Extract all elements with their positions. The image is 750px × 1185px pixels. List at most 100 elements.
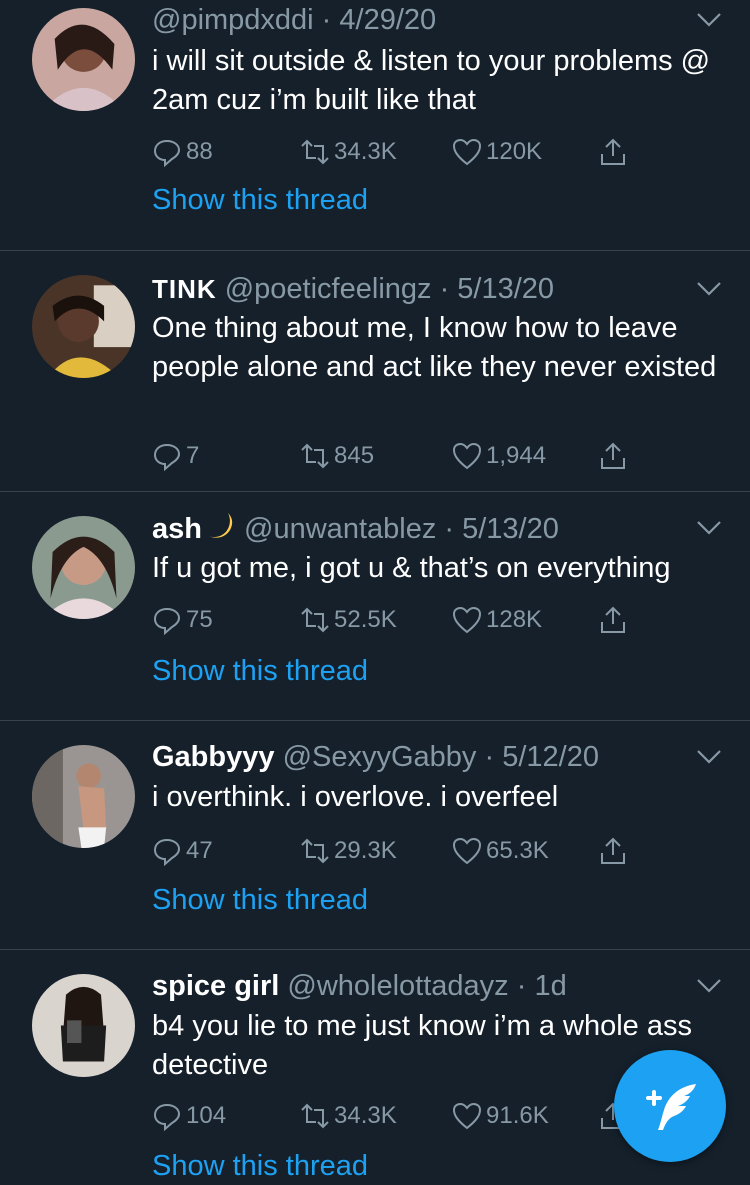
tweet-actions: 104 34.3K 91.6K bbox=[152, 1096, 632, 1136]
like-count: 91.6K bbox=[486, 1102, 549, 1129]
tweet-text: i will sit outside & listen to your prob… bbox=[152, 45, 711, 116]
timeline: @pimpdxddi · 4/29/20 i will sit outside … bbox=[0, 0, 750, 1185]
tweet-header: Gabbyyy @SexyyGabby · 5/12/20 bbox=[152, 739, 690, 775]
tweet-text: i overthink. i overlove. i overfeel bbox=[152, 781, 559, 813]
avatar[interactable] bbox=[32, 516, 135, 619]
reply-button[interactable]: 75 bbox=[152, 600, 213, 640]
retweet-icon bbox=[301, 139, 329, 165]
retweet-count: 845 bbox=[334, 442, 375, 469]
retweet-icon bbox=[301, 607, 329, 633]
share-icon bbox=[601, 138, 625, 165]
like-count: 120K bbox=[486, 138, 543, 165]
show-thread-link[interactable]: Show this thread bbox=[152, 884, 368, 917]
tweet-text: One thing about me, I know how to leave … bbox=[152, 312, 717, 383]
tweet-header: ash @unwantablez · 5/13/20 bbox=[152, 510, 690, 547]
display-name[interactable]: Gabbyyy bbox=[152, 741, 275, 773]
like-count: 1,944 bbox=[486, 442, 547, 469]
tweet-actions: 88 34.3K 120K bbox=[152, 132, 632, 172]
like-count: 128K bbox=[486, 606, 543, 633]
retweet-button[interactable]: 52.5K bbox=[300, 600, 397, 640]
heart-icon bbox=[452, 837, 482, 865]
heart-icon bbox=[452, 1102, 482, 1130]
avatar[interactable] bbox=[32, 8, 135, 111]
tweet-actions: 7 845 1,944 bbox=[152, 436, 632, 476]
reply-button[interactable]: 88 bbox=[152, 132, 213, 172]
tweet-header: spice girl @wholelottadayz · 1d bbox=[152, 968, 690, 1004]
reply-icon bbox=[153, 1103, 181, 1131]
share-button[interactable] bbox=[598, 831, 632, 871]
separator-dot: · bbox=[313, 4, 340, 36]
like-button[interactable]: 65.3K bbox=[452, 831, 549, 871]
user-handle[interactable]: @unwantablez bbox=[244, 513, 436, 545]
retweet-button[interactable]: 845 bbox=[300, 436, 374, 476]
retweet-count: 29.3K bbox=[334, 837, 397, 864]
tweet-date[interactable]: 4/29/20 bbox=[339, 4, 436, 36]
tweet-date[interactable]: 1d bbox=[534, 970, 566, 1002]
show-thread-link[interactable]: Show this thread bbox=[152, 184, 368, 217]
separator-dot: · bbox=[476, 741, 503, 773]
like-count: 65.3K bbox=[486, 837, 549, 864]
reply-count: 104 bbox=[186, 1102, 227, 1129]
compose-tweet-icon bbox=[646, 1084, 696, 1130]
display-name[interactable]: ash bbox=[152, 513, 202, 545]
share-button[interactable] bbox=[598, 600, 632, 640]
user-handle[interactable]: @pimpdxddi bbox=[152, 4, 314, 36]
heart-icon bbox=[452, 442, 482, 470]
tweet-text: If u got me, i got u & that’s on everyth… bbox=[152, 552, 671, 584]
user-handle[interactable]: @poeticfeelingz bbox=[225, 273, 432, 305]
chevron-down-icon[interactable] bbox=[696, 749, 722, 765]
separator-dot: · bbox=[436, 513, 463, 545]
tweet[interactable]: @pimpdxddi · 4/29/20 i will sit outside … bbox=[0, 0, 750, 251]
tweet-date[interactable]: 5/13/20 bbox=[462, 513, 559, 545]
show-thread-link[interactable]: Show this thread bbox=[152, 1150, 368, 1183]
tweet[interactable]: Gabbyyy @SexyyGabby · 5/12/20 i overthin… bbox=[0, 721, 750, 950]
tweet-actions: 75 52.5K 128K bbox=[152, 600, 632, 640]
crescent-moon-icon bbox=[205, 513, 233, 538]
chevron-down-icon[interactable] bbox=[696, 12, 722, 28]
show-thread-link[interactable]: Show this thread bbox=[152, 655, 368, 688]
reply-icon bbox=[153, 838, 181, 866]
retweet-count: 52.5K bbox=[334, 606, 397, 633]
tweet-header: @pimpdxddi · 4/29/20 bbox=[152, 2, 690, 38]
reply-button[interactable]: 7 bbox=[152, 436, 199, 476]
avatar[interactable] bbox=[32, 974, 135, 1077]
chevron-down-icon[interactable] bbox=[696, 520, 722, 536]
tweet[interactable]: ash @unwantablez · 5/13/20 If u got me, … bbox=[0, 492, 750, 721]
share-button[interactable] bbox=[598, 436, 632, 476]
reply-button[interactable]: 104 bbox=[152, 1096, 226, 1136]
reply-count: 47 bbox=[186, 837, 213, 864]
retweet-count: 34.3K bbox=[334, 138, 397, 165]
retweet-icon bbox=[301, 443, 329, 469]
avatar[interactable] bbox=[32, 275, 135, 378]
display-name[interactable]: spice girl bbox=[152, 970, 279, 1002]
retweet-button[interactable]: 29.3K bbox=[300, 831, 397, 871]
like-button[interactable]: 120K bbox=[452, 132, 542, 172]
like-button[interactable]: 1,944 bbox=[452, 436, 546, 476]
reply-button[interactable]: 47 bbox=[152, 831, 213, 871]
avatar[interactable] bbox=[32, 745, 135, 848]
chevron-down-icon[interactable] bbox=[696, 281, 722, 297]
retweet-button[interactable]: 34.3K bbox=[300, 132, 397, 172]
like-button[interactable]: 91.6K bbox=[452, 1096, 549, 1136]
compose-tweet-button[interactable] bbox=[614, 1050, 726, 1162]
heart-icon bbox=[452, 606, 482, 634]
heart-icon bbox=[452, 138, 482, 166]
like-button[interactable]: 128K bbox=[452, 600, 542, 640]
tweet-date[interactable]: 5/12/20 bbox=[502, 741, 599, 773]
retweet-icon bbox=[301, 838, 329, 864]
share-icon bbox=[601, 606, 625, 633]
tweet-header: TINK @poeticfeelingz · 5/13/20 bbox=[152, 271, 690, 307]
user-handle[interactable]: @wholelottadayz bbox=[287, 970, 508, 1002]
tweet[interactable]: TINK @poeticfeelingz · 5/13/20 One thing… bbox=[0, 251, 750, 492]
share-icon bbox=[601, 442, 625, 469]
display-name[interactable]: TINK bbox=[152, 274, 217, 304]
share-button[interactable] bbox=[598, 132, 632, 172]
chevron-down-icon[interactable] bbox=[696, 978, 722, 994]
reply-icon bbox=[153, 607, 181, 635]
retweet-icon bbox=[301, 1103, 329, 1129]
retweet-button[interactable]: 34.3K bbox=[300, 1096, 397, 1136]
tweet-actions: 47 29.3K 65.3K bbox=[152, 831, 632, 871]
reply-count: 75 bbox=[186, 606, 213, 633]
tweet-date[interactable]: 5/13/20 bbox=[457, 273, 554, 305]
user-handle[interactable]: @SexyyGabby bbox=[283, 741, 477, 773]
